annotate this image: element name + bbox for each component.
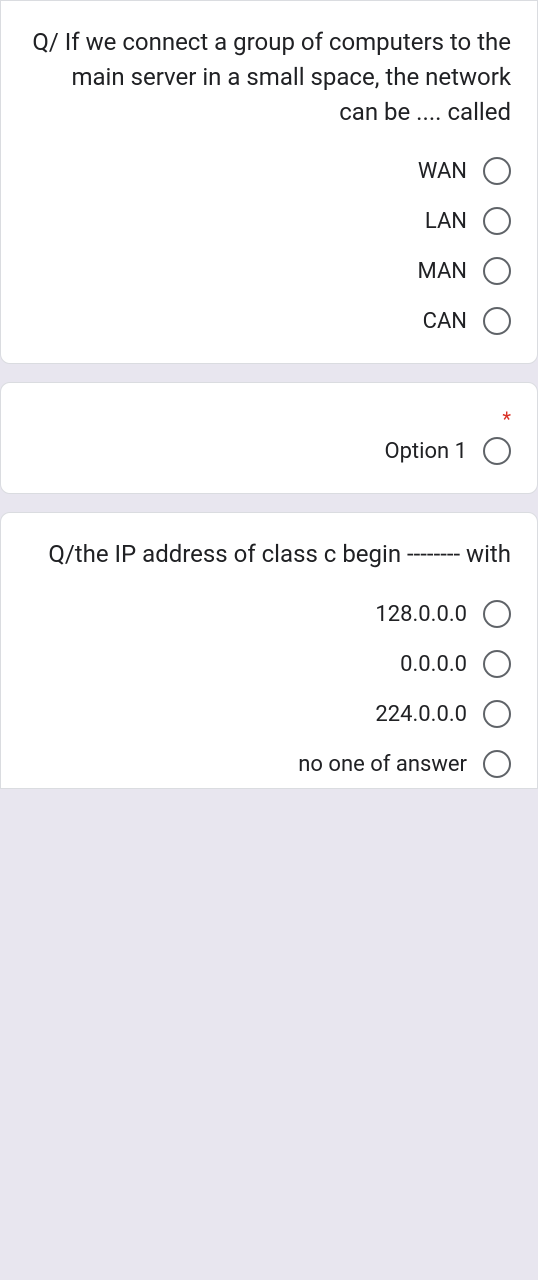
required-mark: * <box>27 407 511 431</box>
question-card-1: Q/ If we connect a group of computers to… <box>0 0 538 364</box>
radio-icon <box>483 437 511 465</box>
options-group: 128.0.0.0 0.0.0.0 224.0.0.0 no one of an… <box>27 600 511 778</box>
option-1[interactable]: Option 1 <box>384 437 511 465</box>
radio-icon <box>483 700 511 728</box>
radio-icon <box>483 157 511 185</box>
question-text: Q/ If we connect a group of computers to… <box>27 25 511 129</box>
radio-icon <box>483 207 511 235</box>
options-group: Option 1 <box>27 437 511 465</box>
option-label: Option 1 <box>384 439 467 464</box>
option-label: 224.0.0.0 <box>375 702 467 727</box>
radio-icon <box>483 257 511 285</box>
option-man[interactable]: MAN <box>418 257 511 285</box>
options-group: WAN LAN MAN CAN <box>27 157 511 335</box>
option-0[interactable]: 0.0.0.0 <box>400 650 511 678</box>
option-label: no one of answer <box>298 752 467 777</box>
option-can[interactable]: CAN <box>423 307 511 335</box>
option-label: CAN <box>423 309 467 334</box>
option-wan[interactable]: WAN <box>418 157 511 185</box>
option-128[interactable]: 128.0.0.0 <box>375 600 511 628</box>
option-lan[interactable]: LAN <box>425 207 511 235</box>
option-none[interactable]: no one of answer <box>298 750 511 778</box>
radio-icon <box>483 750 511 778</box>
option-label: 0.0.0.0 <box>400 652 467 677</box>
option-label: LAN <box>425 209 467 234</box>
question-card-3: Q/the IP address of class c begin ------… <box>0 512 538 789</box>
question-card-2: * Option 1 <box>0 382 538 494</box>
option-label: WAN <box>418 159 467 184</box>
option-label: MAN <box>418 259 467 284</box>
question-text: Q/the IP address of class c begin ------… <box>27 537 511 572</box>
radio-icon <box>483 650 511 678</box>
radio-icon <box>483 307 511 335</box>
radio-icon <box>483 600 511 628</box>
option-224[interactable]: 224.0.0.0 <box>375 700 511 728</box>
option-label: 128.0.0.0 <box>375 602 467 627</box>
